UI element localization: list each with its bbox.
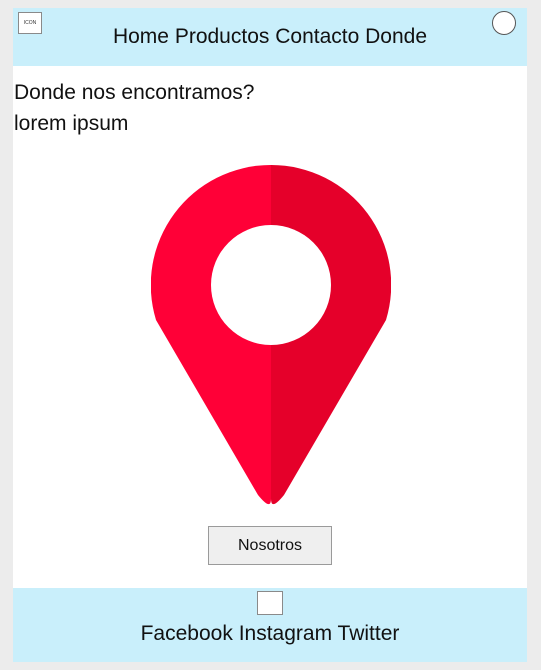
page-subtext: lorem ipsum [14,112,129,135]
main-nav: Home Productos Contacto Donde [13,25,527,49]
nav-item-productos[interactable]: Productos [175,25,270,48]
social-link-facebook[interactable]: Facebook [141,622,233,645]
nav-item-donde[interactable]: Donde [365,25,427,48]
nav-item-home[interactable]: Home [113,25,169,48]
map-pin-icon [151,165,391,505]
nosotros-button[interactable]: Nosotros [208,526,332,565]
user-avatar-icon[interactable] [492,11,516,35]
social-links: Facebook Instagram Twitter [13,622,527,646]
social-link-twitter[interactable]: Twitter [338,622,400,645]
pin-left-half [151,165,271,505]
page: ICON Home Productos Contacto Donde Donde… [13,8,527,662]
nav-item-contacto[interactable]: Contacto [275,25,359,48]
header: ICON Home Productos Contacto Donde [13,8,527,66]
social-link-instagram[interactable]: Instagram [239,622,332,645]
pin-right-half [271,165,391,505]
page-title: Donde nos encontramos? [14,81,255,104]
footer-icon[interactable] [257,591,283,615]
footer: Facebook Instagram Twitter [13,588,527,662]
